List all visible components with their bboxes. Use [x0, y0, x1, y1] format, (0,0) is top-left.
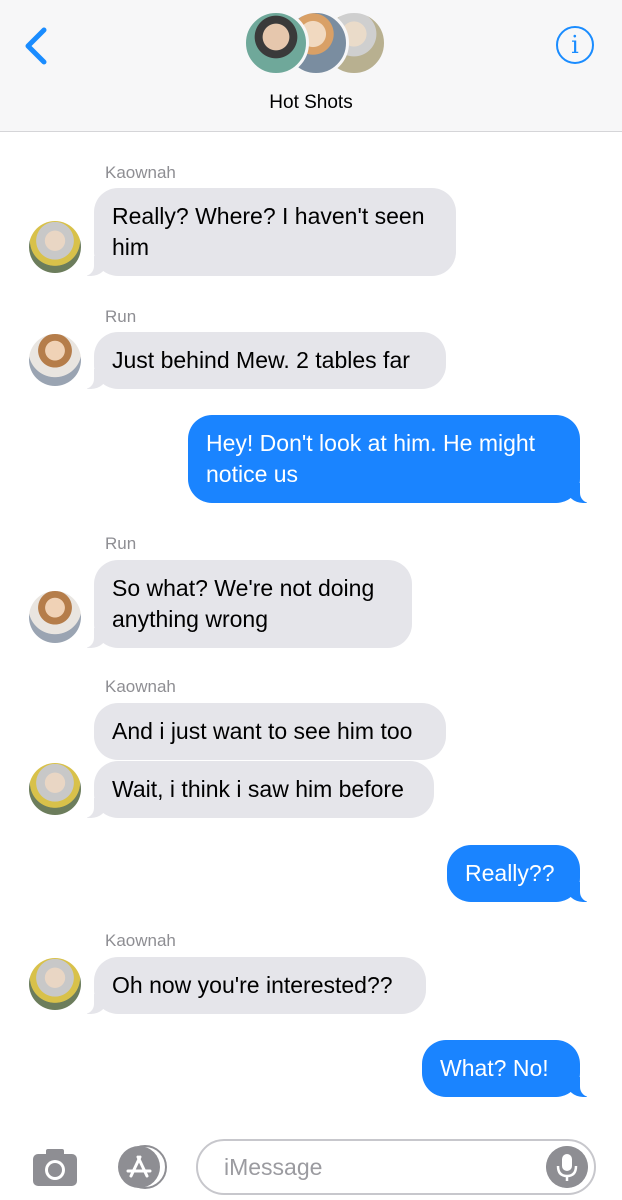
- message-text: Really? Where? I haven't seen him: [112, 203, 425, 260]
- compose-bar: iMessage: [0, 1132, 622, 1200]
- message-bubble-incoming[interactable]: So what? We're not doing anything wrong: [84, 560, 412, 648]
- message-input-placeholder: iMessage: [224, 1154, 323, 1180]
- app-store-icon[interactable]: [112, 1144, 170, 1190]
- info-icon[interactable]: i: [556, 26, 594, 64]
- message-text: What? No!: [440, 1055, 549, 1081]
- message-input[interactable]: iMessage: [196, 1139, 596, 1195]
- avatar[interactable]: [29, 221, 81, 273]
- sender-name: Run: [105, 534, 137, 553]
- microphone-icon[interactable]: [546, 1146, 588, 1188]
- message-text: Just behind Mew. 2 tables far: [112, 347, 410, 373]
- message-bubble-incoming[interactable]: Really? Where? I haven't seen him: [84, 188, 456, 276]
- message-text: So what? We're not doing anything wrong: [112, 575, 375, 632]
- message-text: Wait, i think i saw him before: [112, 776, 404, 802]
- message-bubble-incoming[interactable]: Wait, i think i saw him before: [84, 761, 434, 818]
- message-bubble-incoming[interactable]: And i just want to see him too: [94, 703, 446, 760]
- group-avatar[interactable]: [243, 8, 387, 78]
- avatar[interactable]: [29, 334, 81, 386]
- avatar[interactable]: [29, 763, 81, 815]
- message-bubble-outgoing[interactable]: Really??: [447, 845, 590, 902]
- camera-icon[interactable]: [30, 1144, 80, 1190]
- message-text: Really??: [465, 860, 555, 886]
- message-bubble-incoming[interactable]: Oh now you're interested??: [84, 957, 426, 1014]
- sender-name: Kaownah: [105, 163, 176, 182]
- conversation-header: Hot Shots i: [0, 0, 622, 132]
- message-text: Oh now you're interested??: [112, 972, 393, 998]
- message-text: And i just want to see him too: [112, 718, 413, 744]
- avatar[interactable]: [29, 591, 81, 643]
- sender-name: Run: [105, 307, 137, 326]
- conversation-title[interactable]: Hot Shots: [0, 92, 622, 114]
- chevron-left-icon[interactable]: [22, 26, 52, 66]
- message-bubble-outgoing[interactable]: Hey! Don't look at him. He might notice …: [188, 415, 590, 503]
- avatar: [243, 10, 309, 76]
- sender-name: Kaownah: [105, 931, 176, 950]
- avatar[interactable]: [29, 958, 81, 1010]
- message-bubble-incoming[interactable]: Just behind Mew. 2 tables far: [84, 332, 446, 389]
- sender-name: Kaownah: [105, 677, 176, 696]
- message-bubble-outgoing[interactable]: What? No!: [422, 1040, 590, 1097]
- message-text: Hey! Don't look at him. He might notice …: [206, 430, 536, 487]
